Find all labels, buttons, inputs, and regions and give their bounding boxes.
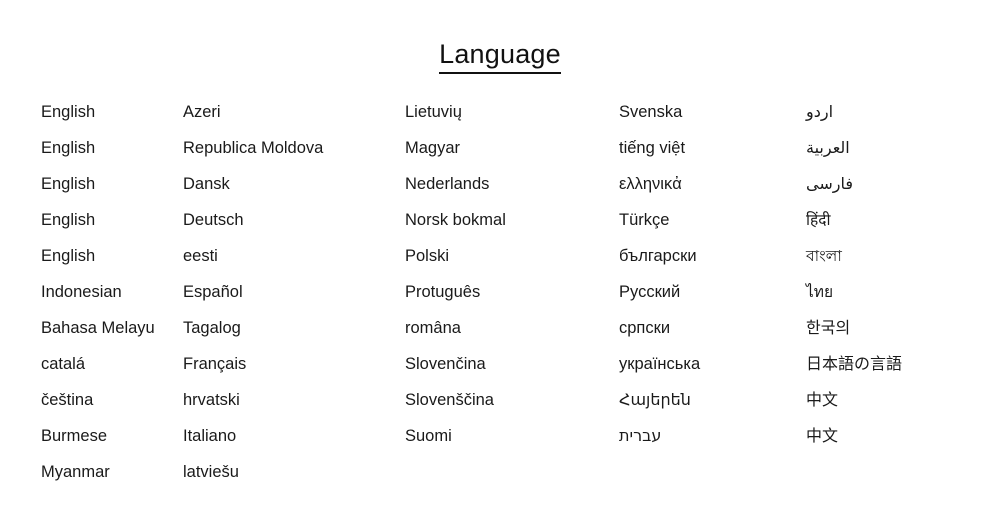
language-option[interactable]: 한국의 xyxy=(806,310,1000,346)
language-option[interactable]: tiếng việt xyxy=(619,130,806,166)
language-option[interactable]: Indonesian xyxy=(41,274,183,310)
language-option[interactable]: English xyxy=(41,166,183,202)
language-option[interactable]: Dansk xyxy=(183,166,405,202)
language-option[interactable]: čeština xyxy=(41,382,183,418)
language-option[interactable]: हिंदी xyxy=(806,202,1000,238)
language-option[interactable]: Tagalog xyxy=(183,310,405,346)
language-option[interactable]: Myanmar xyxy=(41,454,183,490)
language-column-5: اردو العربية فارسی हिंदी বাংলা ไทย 한국의 日… xyxy=(806,94,1000,454)
language-grid: English English English English English … xyxy=(0,94,1000,490)
language-option[interactable]: Svenska xyxy=(619,94,806,130)
language-option[interactable]: Lietuvių xyxy=(405,94,619,130)
language-option[interactable]: English xyxy=(41,238,183,274)
language-option[interactable]: Republica Moldova xyxy=(183,130,405,166)
language-option[interactable]: English xyxy=(41,130,183,166)
language-option[interactable]: English xyxy=(41,202,183,238)
language-option[interactable]: 中文 xyxy=(806,418,1000,454)
language-option[interactable]: Հայերեն xyxy=(619,382,806,418)
language-option[interactable]: Norsk bokmal xyxy=(405,202,619,238)
language-option[interactable]: eesti xyxy=(183,238,405,274)
language-option[interactable]: Italiano xyxy=(183,418,405,454)
language-option[interactable]: ไทย xyxy=(806,274,1000,310)
language-option[interactable]: Polski xyxy=(405,238,619,274)
language-column-1: English English English English English … xyxy=(0,94,183,490)
language-option[interactable]: Magyar xyxy=(405,130,619,166)
language-option[interactable]: Burmese xyxy=(41,418,183,454)
language-option[interactable]: български xyxy=(619,238,806,274)
language-option[interactable]: العربية xyxy=(806,130,1000,166)
language-option[interactable]: 中文 xyxy=(806,382,1000,418)
language-column-2: Azeri Republica Moldova Dansk Deutsch ee… xyxy=(183,94,405,490)
language-option[interactable]: Türkçe xyxy=(619,202,806,238)
language-option[interactable]: Español xyxy=(183,274,405,310)
language-option[interactable]: Nederlands xyxy=(405,166,619,202)
language-option[interactable]: Slovenčina xyxy=(405,346,619,382)
language-option[interactable]: English xyxy=(41,94,183,130)
language-option[interactable]: ελληνικἀ xyxy=(619,166,806,202)
language-option[interactable]: српски xyxy=(619,310,806,346)
language-option[interactable]: українська xyxy=(619,346,806,382)
language-column-3: Lietuvių Magyar Nederlands Norsk bokmal … xyxy=(405,94,619,454)
language-option[interactable]: Slovenščina xyxy=(405,382,619,418)
language-option[interactable]: Bahasa Melayu xyxy=(41,310,183,346)
language-option[interactable]: Suomi xyxy=(405,418,619,454)
language-option[interactable]: עברית xyxy=(619,418,806,454)
language-option[interactable]: فارسی xyxy=(806,166,1000,202)
language-option[interactable]: 日本語の言語 xyxy=(806,346,1000,382)
language-column-4: Svenska tiếng việt ελληνικἀ Türkçe бълга… xyxy=(619,94,806,454)
language-option[interactable]: Deutsch xyxy=(183,202,405,238)
language-option[interactable]: Русский xyxy=(619,274,806,310)
language-option[interactable]: اردو xyxy=(806,94,1000,130)
language-option[interactable]: Français xyxy=(183,346,405,382)
language-option[interactable]: Protuguês xyxy=(405,274,619,310)
language-option[interactable]: latviešu xyxy=(183,454,405,490)
language-option[interactable]: româna xyxy=(405,310,619,346)
language-option[interactable]: বাংলা xyxy=(806,238,1000,274)
page-title-text: Language xyxy=(439,38,561,74)
page-title: Language xyxy=(0,38,1000,74)
language-option[interactable]: catalá xyxy=(41,346,183,382)
language-selection-page: Language English English English English… xyxy=(0,0,1000,526)
language-option[interactable]: hrvatski xyxy=(183,382,405,418)
language-option[interactable]: Azeri xyxy=(183,94,405,130)
